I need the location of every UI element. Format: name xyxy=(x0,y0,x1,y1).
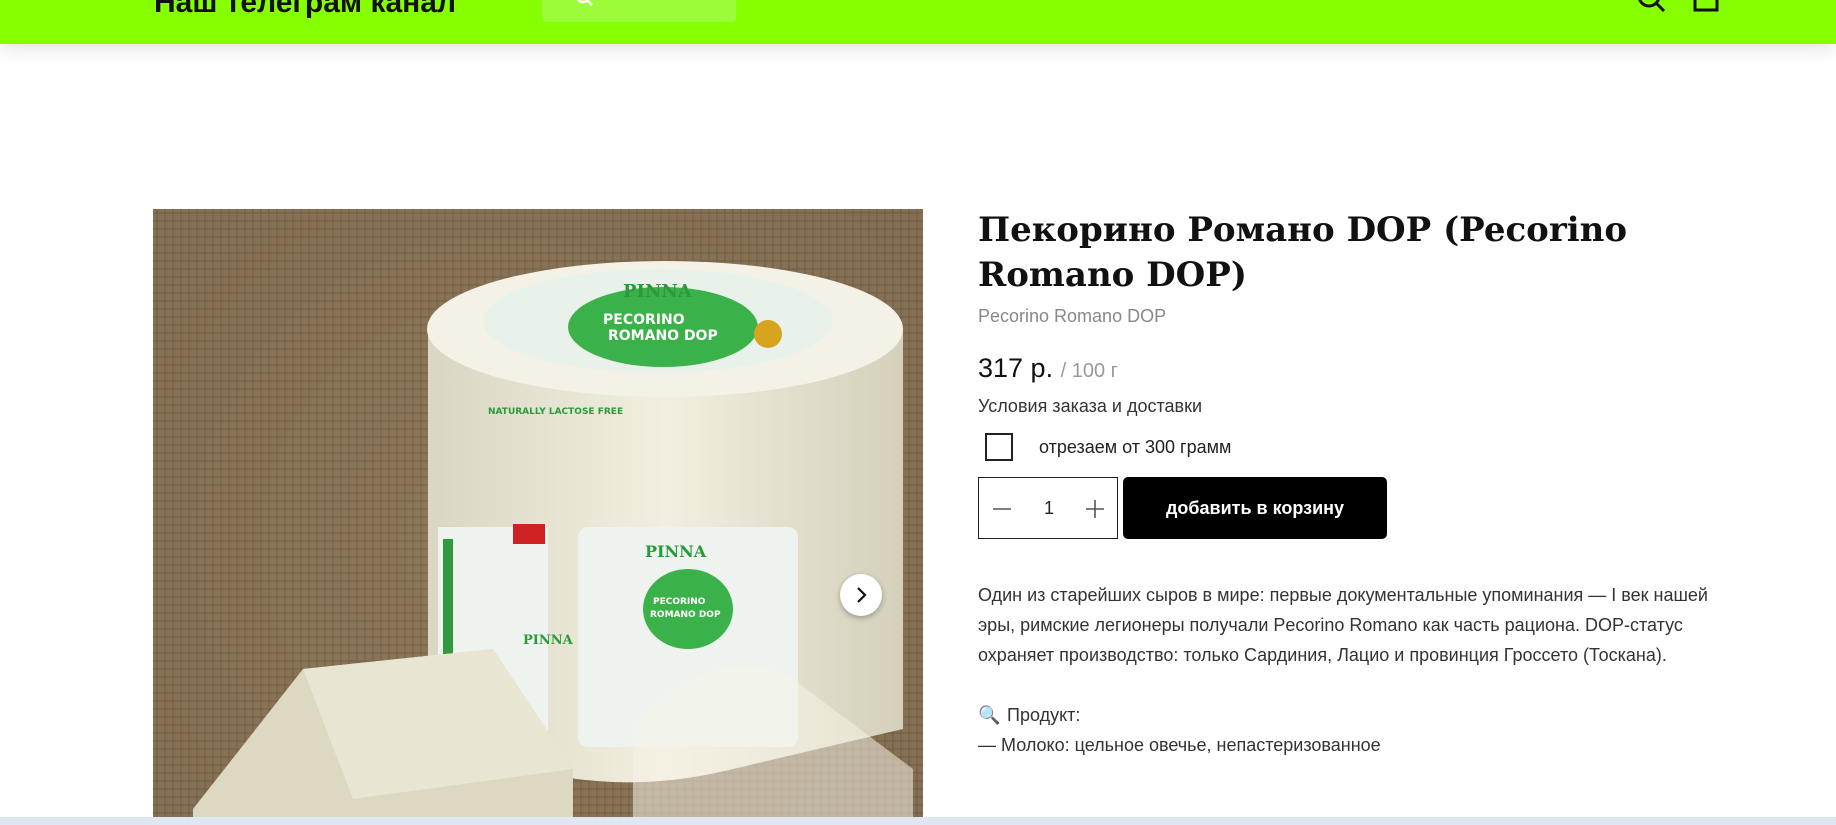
cut-option: отрезаем от 300 грамм xyxy=(978,431,1738,463)
svg-text:PINNA: PINNA xyxy=(645,542,707,561)
svg-text:PINNA: PINNA xyxy=(623,281,693,302)
product-image: PINNA PECORINO ROMANO DOP NATURALLY LACT… xyxy=(153,209,923,817)
product-section-heading: 🔍 Продукт: xyxy=(978,700,1738,730)
product-subtitle: Pecorino Romano DOP xyxy=(978,306,1167,326)
svg-text:ROMANO DOP: ROMANO DOP xyxy=(608,328,718,344)
product-section-title: Продукт: xyxy=(1007,705,1081,725)
svg-text:NATURALLY LACTOSE FREE: NATURALLY LACTOSE FREE xyxy=(488,407,623,417)
cut-option-label: отрезаем от 300 грамм xyxy=(1039,437,1232,457)
product-page: Наш телеграм канал PINNA PECORINO ROMANO… xyxy=(0,0,1836,825)
svg-text:PECORINO: PECORINO xyxy=(603,312,685,328)
telegram-channel-link[interactable]: Наш телеграм канал xyxy=(154,0,456,20)
product-image-gallery[interactable]: PINNA PECORINO ROMANO DOP NATURALLY LACT… xyxy=(153,209,923,817)
price-unit: / 100 г xyxy=(1060,360,1118,382)
magnifier-icon: 🔍 xyxy=(978,705,1001,725)
chevron-right-icon xyxy=(857,587,867,603)
delivery-terms-link[interactable]: Условия заказа и доставки xyxy=(978,396,1738,417)
search-icon xyxy=(577,0,593,6)
svg-text:PECORINO: PECORINO xyxy=(653,597,706,607)
header: Наш телеграм канал xyxy=(0,0,1836,44)
header-button[interactable] xyxy=(542,0,736,22)
product-info: Пекорино Романо DOP (Pecorino Romano DOP… xyxy=(978,208,1738,760)
search-icon[interactable] xyxy=(1636,0,1668,14)
price-value: 317 р. xyxy=(978,353,1054,383)
plus-icon[interactable] xyxy=(1084,498,1106,520)
svg-text:ROMANO DOP: ROMANO DOP xyxy=(650,610,721,620)
product-detail-line: — Молоко: цельное овечье, непастеризован… xyxy=(978,735,1381,755)
cut-option-checkbox[interactable] xyxy=(985,433,1013,461)
svg-text:PINNA: PINNA xyxy=(523,633,574,648)
cart-icon[interactable] xyxy=(1690,0,1722,14)
price: 317 р. / 100 г xyxy=(978,353,1738,384)
product-description: Один из старейших сыров в мире: первые д… xyxy=(978,585,1708,665)
add-to-cart-button[interactable]: добавить в корзину xyxy=(1123,477,1387,539)
bottom-strip xyxy=(0,817,1836,825)
quantity-stepper: 1 xyxy=(978,477,1118,539)
cart-controls: 1 добавить в корзину xyxy=(978,477,1738,539)
product-title: Пекорино Романо DOP (Pecorino Romano DOP… xyxy=(978,210,1628,295)
gallery-next-button[interactable] xyxy=(840,574,882,616)
